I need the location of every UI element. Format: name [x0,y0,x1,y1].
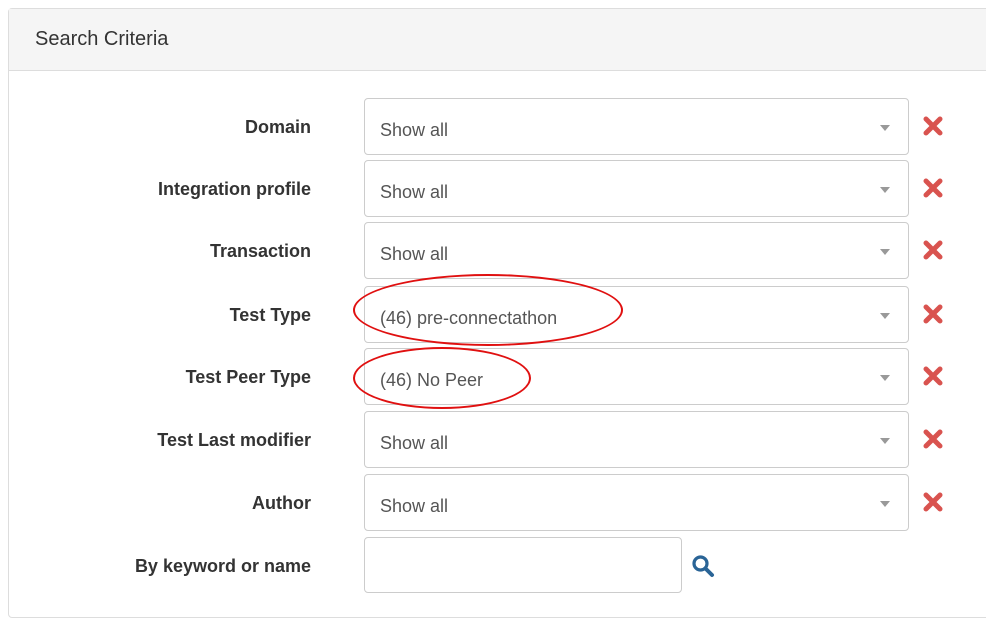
integration-profile-select[interactable]: Show all [364,160,909,217]
transaction-selected-value: Show all [380,244,449,264]
criteria-row-test-last-modifier: Test Last modifier Show all [0,411,986,469]
keyword-search-input[interactable] [364,537,682,593]
test-last-modifier-selected-value: Show all [380,433,449,453]
close-icon[interactable] [920,426,946,452]
caret-down-icon [880,313,890,319]
panel-heading: Search Criteria [9,9,986,71]
test-type-selected-value: (46) pre-connectathon [380,308,558,328]
criteria-row-test-type: Test Type (46) pre-connectathon [0,286,986,344]
integration-profile-selected-value: Show all [380,182,449,202]
test-last-modifier-select[interactable]: Show all [364,411,909,468]
criteria-row-author: Author Show all [0,474,986,532]
author-label: Author [252,492,311,513]
close-icon[interactable] [920,237,946,263]
keyword-label: By keyword or name [134,555,311,576]
domain-label: Domain [244,116,311,137]
caret-down-icon [880,438,890,444]
test-type-label: Test Type [229,304,311,325]
criteria-row-test-peer-type: Test Peer Type (46) No Peer [0,348,986,406]
test-peer-type-selected-value: (46) No Peer [380,370,484,390]
caret-down-icon [880,187,890,193]
caret-down-icon [880,501,890,507]
criteria-row-domain: Domain Show all [0,98,986,156]
caret-down-icon [880,125,890,131]
close-icon[interactable] [920,489,946,515]
test-type-select[interactable]: (46) pre-connectathon [364,286,909,343]
panel-title: Search Criteria [35,28,169,50]
domain-select[interactable]: Show all [364,98,909,155]
criteria-row-integration-profile: Integration profile Show all [0,160,986,218]
close-icon[interactable] [920,301,946,327]
transaction-label: Transaction [209,240,311,261]
author-selected-value: Show all [380,496,449,516]
test-peer-type-select[interactable]: (46) No Peer [364,348,909,405]
domain-selected-value: Show all [380,120,449,140]
criteria-row-keyword: By keyword or name [0,537,986,595]
criteria-row-transaction: Transaction Show all [0,222,986,280]
close-icon[interactable] [920,113,946,139]
test-peer-type-label: Test Peer Type [185,366,311,387]
transaction-select[interactable]: Show all [364,222,909,279]
close-icon[interactable] [920,363,946,389]
search-icon[interactable] [690,553,716,579]
close-icon[interactable] [920,175,946,201]
caret-down-icon [880,249,890,255]
integration-profile-label: Integration profile [158,178,311,199]
author-select[interactable]: Show all [364,474,909,531]
caret-down-icon [880,375,890,381]
test-last-modifier-label: Test Last modifier [157,429,311,450]
